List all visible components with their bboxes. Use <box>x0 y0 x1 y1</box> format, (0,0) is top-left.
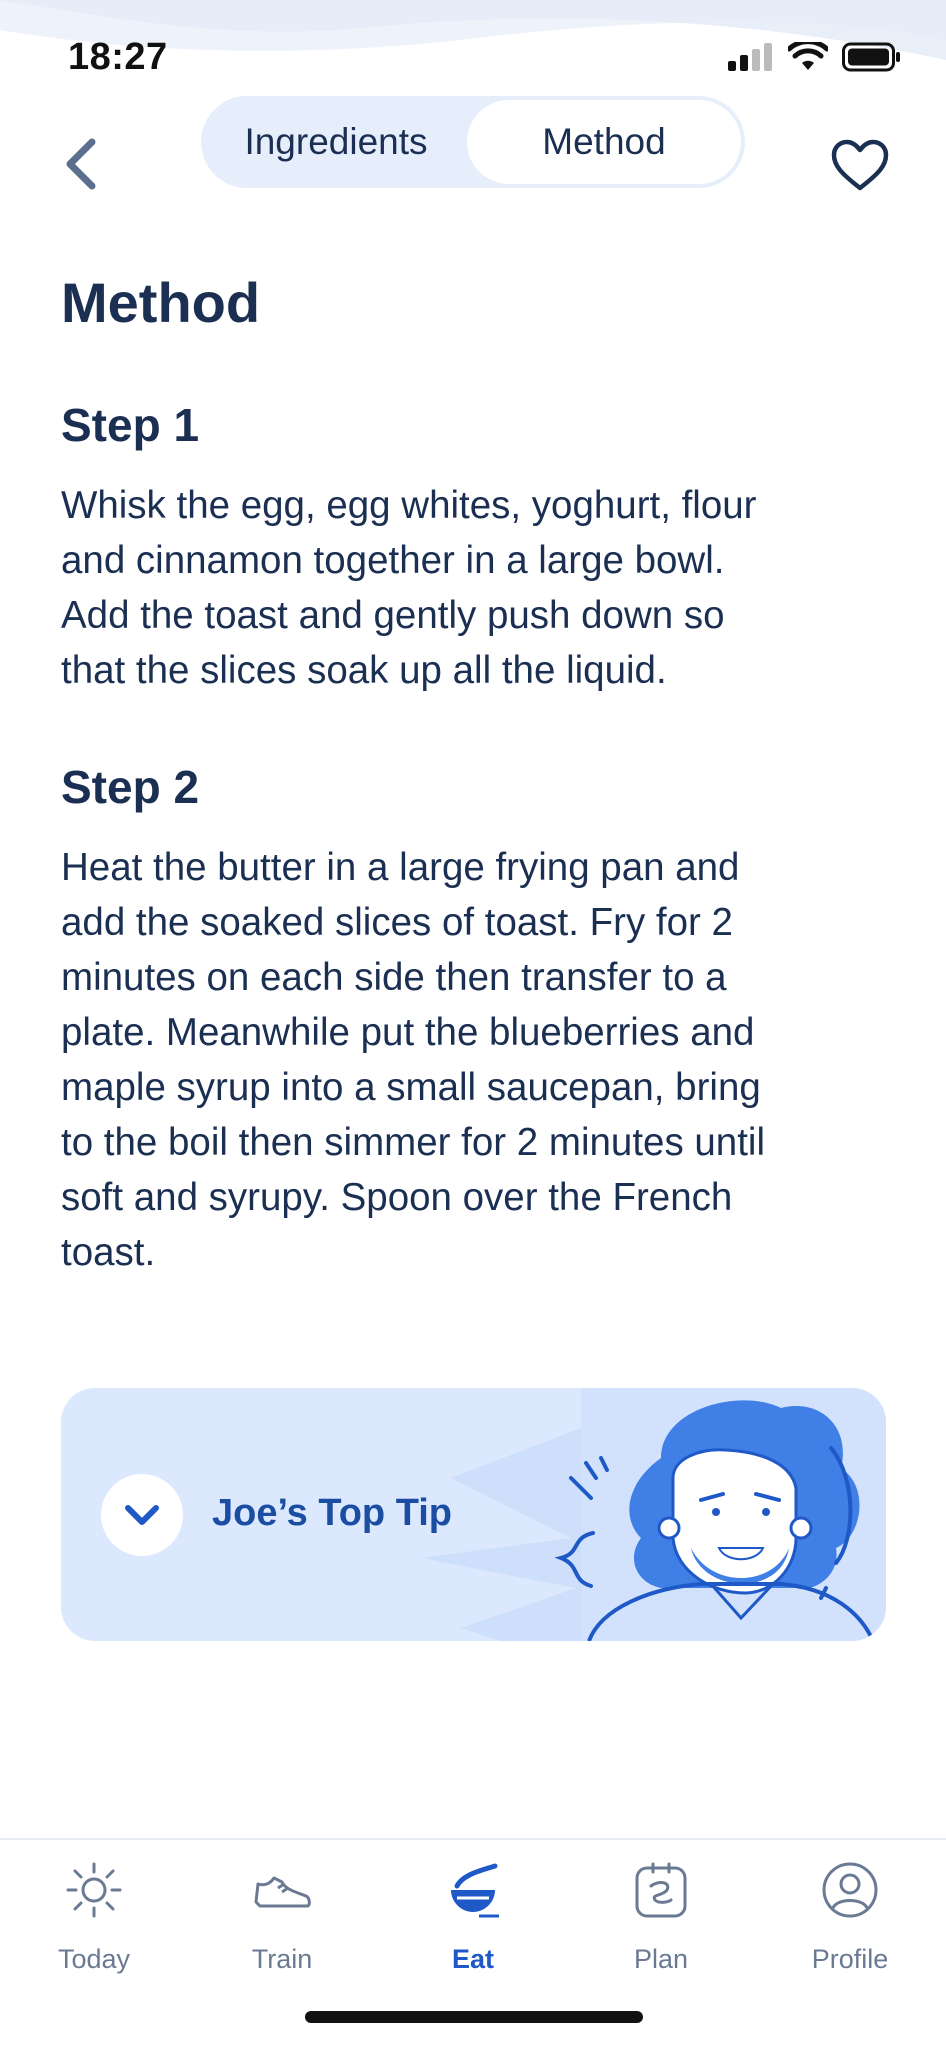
shoe-icon <box>254 1876 311 1908</box>
step-text-line: maple syrup into a small saucepan, bring <box>61 1066 761 1109</box>
step-text-line: soft and syrupy. Spoon over the French <box>61 1176 733 1219</box>
tab-label: Today <box>57 1944 131 1974</box>
chevron-down-icon <box>125 1505 159 1525</box>
step-text-line: plate. Meanwhile put the blueberries and <box>61 1011 755 1054</box>
heart-icon <box>831 139 889 191</box>
bowl-icon <box>451 1863 499 1918</box>
status-icons <box>728 42 902 72</box>
favorite-button[interactable] <box>830 138 890 192</box>
tab-profile[interactable]: Profile <box>775 1860 925 1980</box>
step-2-text: Heat the butter in a large frying pan an… <box>61 840 891 1280</box>
tab-label: Plan <box>633 1944 689 1974</box>
tab-label: Profile <box>811 1944 889 1974</box>
step-1-heading: Step 1 <box>61 399 200 451</box>
tab-plan[interactable]: Plan <box>586 1860 736 1980</box>
tab-ingredients[interactable]: Ingredients <box>205 100 467 184</box>
step-text-line: that the slices soak up all the liquid. <box>61 649 667 692</box>
back-button[interactable] <box>58 134 108 194</box>
tip-label: Joe’s Top Tip <box>212 1492 452 1534</box>
recipe-segmented-control: Ingredients Method <box>201 96 745 188</box>
step-text-line: minutes on each side then transfer to a <box>61 956 727 999</box>
cellular-signal-icon <box>728 43 772 71</box>
tab-eat[interactable]: Eat <box>398 1860 548 1980</box>
step-text-line: Add the toast and gently push down so <box>61 594 725 637</box>
battery-icon <box>842 42 900 72</box>
sun-icon <box>66 1862 122 1918</box>
status-time: 18:27 <box>68 36 168 78</box>
tab-train[interactable]: Train <box>207 1860 357 1980</box>
tab-today[interactable]: Today <box>19 1860 169 1980</box>
step-text-line: add the soaked slices of toast. Fry for … <box>61 901 733 944</box>
step-2-heading: Step 2 <box>61 761 200 813</box>
step-1-text: Whisk the egg, egg whites, yoghurt, flou… <box>61 478 891 698</box>
planner-icon <box>635 1862 687 1918</box>
step-text-line: and cinnamon together in a large bowl. <box>61 539 725 582</box>
step-text-line: Heat the butter in a large frying pan an… <box>61 846 740 889</box>
tab-label: Eat <box>451 1944 495 1974</box>
step-text-line: Whisk the egg, egg whites, yoghurt, flou… <box>61 484 757 527</box>
step-text-line: toast. <box>61 1231 156 1274</box>
profile-icon <box>822 1862 878 1918</box>
tip-expand-button[interactable] <box>101 1474 183 1556</box>
home-indicator[interactable] <box>305 2011 643 2023</box>
page-title: Method <box>61 271 261 334</box>
tab-label: Train <box>251 1944 313 1974</box>
chevron-left-icon <box>66 138 96 190</box>
tab-method[interactable]: Method <box>467 100 741 184</box>
step-text-line: to the boil then simmer for 2 minutes un… <box>61 1121 766 1164</box>
wifi-icon <box>788 42 828 70</box>
joe-illustration <box>421 1388 886 1641</box>
top-tip-card[interactable]: Joe’s Top Tip <box>61 1388 886 1641</box>
